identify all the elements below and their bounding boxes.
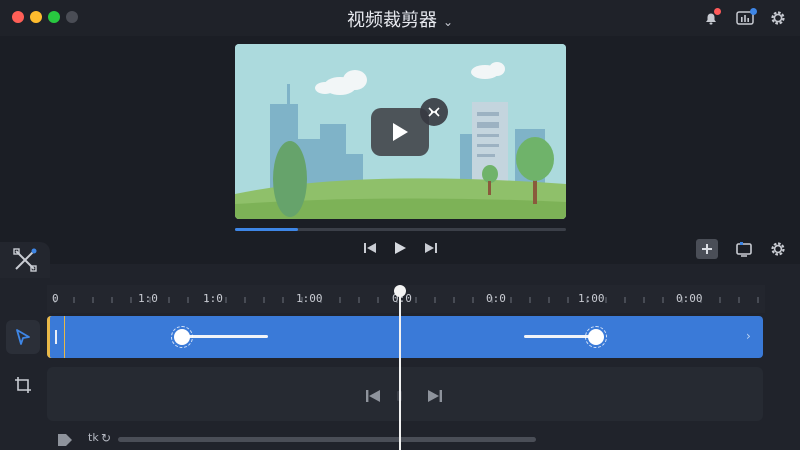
skip-forward-icon: [428, 390, 442, 402]
preview-progress-fill: [235, 228, 298, 231]
tools-tab[interactable]: [0, 242, 50, 278]
loop-icon[interactable]: ↻: [101, 431, 111, 445]
ruler-label: 1:0: [138, 292, 158, 305]
ruler-label: 0:00: [676, 292, 703, 305]
notification-badge: [714, 8, 721, 15]
gear-icon: [771, 242, 785, 256]
play-icon: [395, 242, 406, 254]
clip-end-chevron[interactable]: ›: [746, 329, 751, 343]
preview-scrub-bar[interactable]: [235, 228, 566, 231]
trim-in-knob: [174, 329, 190, 345]
skip-back-icon: [364, 243, 376, 253]
app-window: 视频裁剪器 ⌄ 0 1:0 1:0 1:00 0:0 0:0 1:00 0:00…: [0, 0, 800, 450]
ruler-label: 0: [52, 292, 59, 305]
video-clip-track[interactable]: [47, 316, 763, 358]
skip-back-icon: [366, 390, 380, 402]
plus-icon: [702, 244, 712, 254]
window-title: 视频裁剪器: [346, 10, 437, 31]
playhead-handle[interactable]: [394, 285, 406, 297]
trim-in-handle[interactable]: [171, 326, 193, 348]
stats-badge: [750, 8, 757, 15]
footer-label: tk: [88, 431, 99, 444]
marker-button[interactable]: [56, 431, 74, 447]
stats-button[interactable]: [735, 8, 757, 28]
track-skip-back-button[interactable]: [364, 388, 382, 404]
screen-button[interactable]: [733, 239, 755, 259]
horizontal-scrollbar[interactable]: [118, 437, 536, 442]
chevron-down-icon: ⌄: [442, 15, 454, 29]
monitor-icon: [736, 242, 752, 257]
crop-tool-button[interactable]: [6, 368, 40, 402]
chevron-right-icon: ›: [746, 329, 751, 343]
pointer-icon: [16, 329, 30, 345]
clip-start-inner: [50, 316, 64, 358]
add-button[interactable]: [696, 239, 718, 259]
select-tool-button[interactable]: [6, 320, 40, 354]
split-icon: [428, 107, 440, 117]
play-icon: [393, 123, 408, 141]
skip-forward-button[interactable]: [423, 240, 439, 256]
gear-icon: [771, 11, 785, 25]
ruler-label: 1:0: [203, 292, 223, 305]
playhead-line[interactable]: [399, 293, 401, 450]
crop-icon: [15, 377, 31, 393]
video-preview[interactable]: [235, 44, 566, 219]
trim-in-line: [182, 335, 268, 338]
secondary-track[interactable]: [47, 367, 763, 421]
trim-out-knob: [588, 329, 604, 345]
notifications-button[interactable]: [701, 8, 721, 28]
ruler-label: 0:0: [486, 292, 506, 305]
window-title-menu[interactable]: 视频裁剪器 ⌄: [0, 6, 800, 32]
ruler-label: 1:00: [578, 292, 605, 305]
trim-out-handle[interactable]: [585, 326, 607, 348]
title-bar: 视频裁剪器 ⌄: [0, 0, 800, 36]
cross-tools-icon: [13, 248, 37, 272]
skip-back-button[interactable]: [362, 240, 378, 256]
timeline-settings-button[interactable]: [767, 239, 789, 259]
play-button[interactable]: [392, 240, 408, 256]
track-skip-forward-button[interactable]: [426, 388, 444, 404]
clip-start-handle[interactable]: [55, 330, 57, 344]
trim-overlay-button[interactable]: [420, 98, 448, 126]
tag-icon: [58, 434, 72, 446]
settings-button[interactable]: [768, 8, 788, 28]
ruler-label: 1:00: [296, 292, 323, 305]
skip-forward-icon: [425, 243, 437, 253]
